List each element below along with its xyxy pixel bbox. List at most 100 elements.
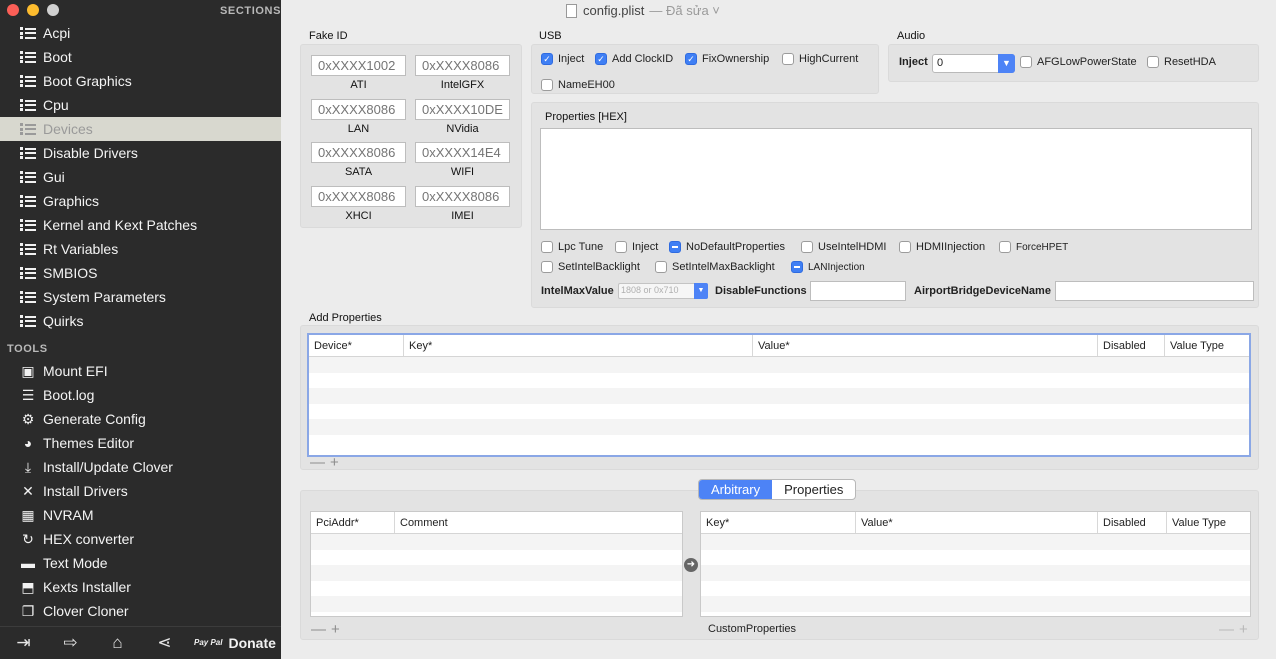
column-header[interactable]: Device* xyxy=(309,335,404,356)
table-row[interactable] xyxy=(311,581,682,597)
device-list-table[interactable]: PciAddr* Comment xyxy=(310,511,683,617)
add-properties-table[interactable]: Device* Key* Value* Disabled Value Type xyxy=(307,333,1251,457)
export-icon[interactable]: ⇨ xyxy=(47,633,94,653)
sidebar-item-kernel-and-kext-patches[interactable]: Kernel and Kext Patches xyxy=(0,213,281,237)
sidebar-item-rt-variables[interactable]: Rt Variables xyxy=(0,237,281,261)
add-clockid-checkbox[interactable]: ✓ Add ClockID xyxy=(595,53,673,65)
column-header[interactable]: Value Type xyxy=(1167,512,1250,533)
tab-arbitrary[interactable]: Arbitrary xyxy=(699,480,773,499)
arrow-right-icon[interactable]: ➜ xyxy=(684,558,698,572)
share-icon[interactable]: ⋖ xyxy=(141,633,188,653)
tool-mount-efi[interactable]: ▣ Mount EFI xyxy=(0,359,281,383)
table-row[interactable] xyxy=(309,357,1249,373)
column-header[interactable]: Value Type xyxy=(1165,335,1249,356)
tool-themes-editor[interactable]: ◕ Themes Editor xyxy=(0,431,281,455)
tool-clover-cloner[interactable]: ❐ Clover Cloner xyxy=(0,599,281,623)
table-row[interactable] xyxy=(701,581,1250,597)
properties-hex-title: Properties [HEX] xyxy=(545,111,627,123)
table-row[interactable] xyxy=(309,435,1249,451)
file-status[interactable]: — Đã sửa ˅ xyxy=(649,3,719,18)
column-header[interactable]: Disabled xyxy=(1098,335,1165,356)
setintelbacklight-checkbox[interactable]: SetIntelBacklight xyxy=(541,261,640,273)
tool-text-mode[interactable]: ▬ Text Mode xyxy=(0,551,281,575)
sidebar-item-system-parameters[interactable]: System Parameters xyxy=(0,285,281,309)
fake-id-ati-input[interactable] xyxy=(311,55,406,76)
tool-install-drivers[interactable]: ✕ Install Drivers xyxy=(0,479,281,503)
fake-id-wifi-input[interactable] xyxy=(415,142,510,163)
fake-id-intelgfx-input[interactable] xyxy=(415,55,510,76)
inject-checkbox[interactable]: Inject xyxy=(615,241,658,253)
nameeh00-checkbox[interactable]: NameEH00 xyxy=(541,79,615,91)
useintelhdmi-checkbox[interactable]: UseIntelHDMI xyxy=(801,241,886,253)
properties-hex-input[interactable] xyxy=(540,128,1252,230)
table-row[interactable] xyxy=(311,596,682,612)
table-row[interactable] xyxy=(701,596,1250,612)
sidebar-item-boot[interactable]: Boot xyxy=(0,45,281,69)
fixownership-checkbox[interactable]: ✓ FixOwnership xyxy=(685,53,769,65)
sidebar-item-gui[interactable]: Gui xyxy=(0,165,281,189)
tool-kexts-installer[interactable]: ⬒ Kexts Installer xyxy=(0,575,281,599)
sidebar-item-graphics[interactable]: Graphics xyxy=(0,189,281,213)
home-icon[interactable]: ⌂ xyxy=(94,633,141,653)
resethda-checkbox[interactable]: ResetHDA xyxy=(1147,56,1216,68)
fake-id-sata-input[interactable] xyxy=(311,142,406,163)
custom-properties-add-remove[interactable]: —+ xyxy=(1219,621,1253,638)
tab-properties[interactable]: Properties xyxy=(772,480,855,499)
setintelmaxbacklight-checkbox[interactable]: SetIntelMaxBacklight xyxy=(655,261,775,273)
column-header[interactable]: Value* xyxy=(856,512,1098,533)
table-row[interactable] xyxy=(309,388,1249,404)
custom-properties-table[interactable]: Key* Value* Disabled Value Type xyxy=(700,511,1251,617)
tool-boot-log[interactable]: ☰ Boot.log xyxy=(0,383,281,407)
highcurrent-checkbox[interactable]: HighCurrent xyxy=(782,53,858,65)
table-row[interactable] xyxy=(701,565,1250,581)
column-header[interactable]: Comment xyxy=(395,512,682,533)
tool-hex-converter[interactable]: ↻ HEX converter xyxy=(0,527,281,551)
sidebar-item-acpi[interactable]: Acpi xyxy=(0,21,281,45)
column-header[interactable]: PciAddr* xyxy=(311,512,395,533)
minimize-button[interactable] xyxy=(27,4,39,16)
zoom-button[interactable] xyxy=(47,4,59,16)
forcehpet-checkbox[interactable]: ForceHPET xyxy=(999,241,1068,253)
add-properties-add-remove[interactable]: —+ xyxy=(310,454,344,471)
airport-bridge-input[interactable] xyxy=(1055,281,1254,301)
column-header[interactable]: Key* xyxy=(404,335,753,356)
table-row[interactable] xyxy=(701,550,1250,566)
tool-label: Generate Config xyxy=(43,411,146,427)
table-row[interactable] xyxy=(309,419,1249,435)
table-row[interactable] xyxy=(311,550,682,566)
sidebar-item-quirks[interactable]: Quirks xyxy=(0,309,281,333)
table-row[interactable] xyxy=(311,565,682,581)
intel-max-value-combo[interactable]: 1808 or 0x710 ▼ xyxy=(618,283,708,299)
tool-nvram[interactable]: ▦ NVRAM xyxy=(0,503,281,527)
donate-button[interactable]: Pay Pal Donate xyxy=(194,635,276,651)
table-row[interactable] xyxy=(309,373,1249,389)
nodefaultproperties-checkbox[interactable]: NoDefaultProperties xyxy=(669,241,785,253)
column-header[interactable]: Value* xyxy=(753,335,1098,356)
column-header[interactable]: Disabled xyxy=(1098,512,1167,533)
tool-install-update-clover[interactable]: ⤓ Install/Update Clover xyxy=(0,455,281,479)
hdmiinjection-checkbox[interactable]: HDMIInjection xyxy=(899,241,985,253)
inject-checkbox[interactable]: ✓ Inject xyxy=(541,53,584,65)
afglowpowerstate-checkbox[interactable]: AFGLowPowerState xyxy=(1020,56,1137,68)
fake-id-nvidia-input[interactable] xyxy=(415,98,510,120)
sidebar-item-smbios[interactable]: SMBIOS xyxy=(0,261,281,285)
fake-id-lan-input[interactable] xyxy=(311,98,406,120)
audio-inject-select[interactable]: 0 ▼ xyxy=(932,54,1015,73)
sidebar-item-disable-drivers[interactable]: Disable Drivers xyxy=(0,141,281,165)
close-button[interactable] xyxy=(7,4,19,16)
sidebar-item-boot-graphics[interactable]: Boot Graphics xyxy=(0,69,281,93)
fake-id-xhci-input[interactable] xyxy=(311,185,406,207)
table-row[interactable] xyxy=(311,534,682,550)
table-row[interactable] xyxy=(701,534,1250,550)
column-header[interactable]: Key* xyxy=(701,512,856,533)
lpc-tune-checkbox[interactable]: Lpc Tune xyxy=(541,241,603,253)
fake-id-imei-input[interactable] xyxy=(415,185,510,207)
device-list-add-remove[interactable]: —+ xyxy=(311,621,345,638)
sidebar-item-devices[interactable]: Devices xyxy=(0,117,281,141)
laninjection-checkbox[interactable]: LANInjection xyxy=(791,261,865,273)
sidebar-item-cpu[interactable]: Cpu xyxy=(0,93,281,117)
table-row[interactable] xyxy=(309,404,1249,420)
tool-generate-config[interactable]: ⚙ Generate Config xyxy=(0,407,281,431)
disable-functions-input[interactable] xyxy=(810,281,906,301)
import-icon[interactable]: ⇥ xyxy=(0,633,47,653)
